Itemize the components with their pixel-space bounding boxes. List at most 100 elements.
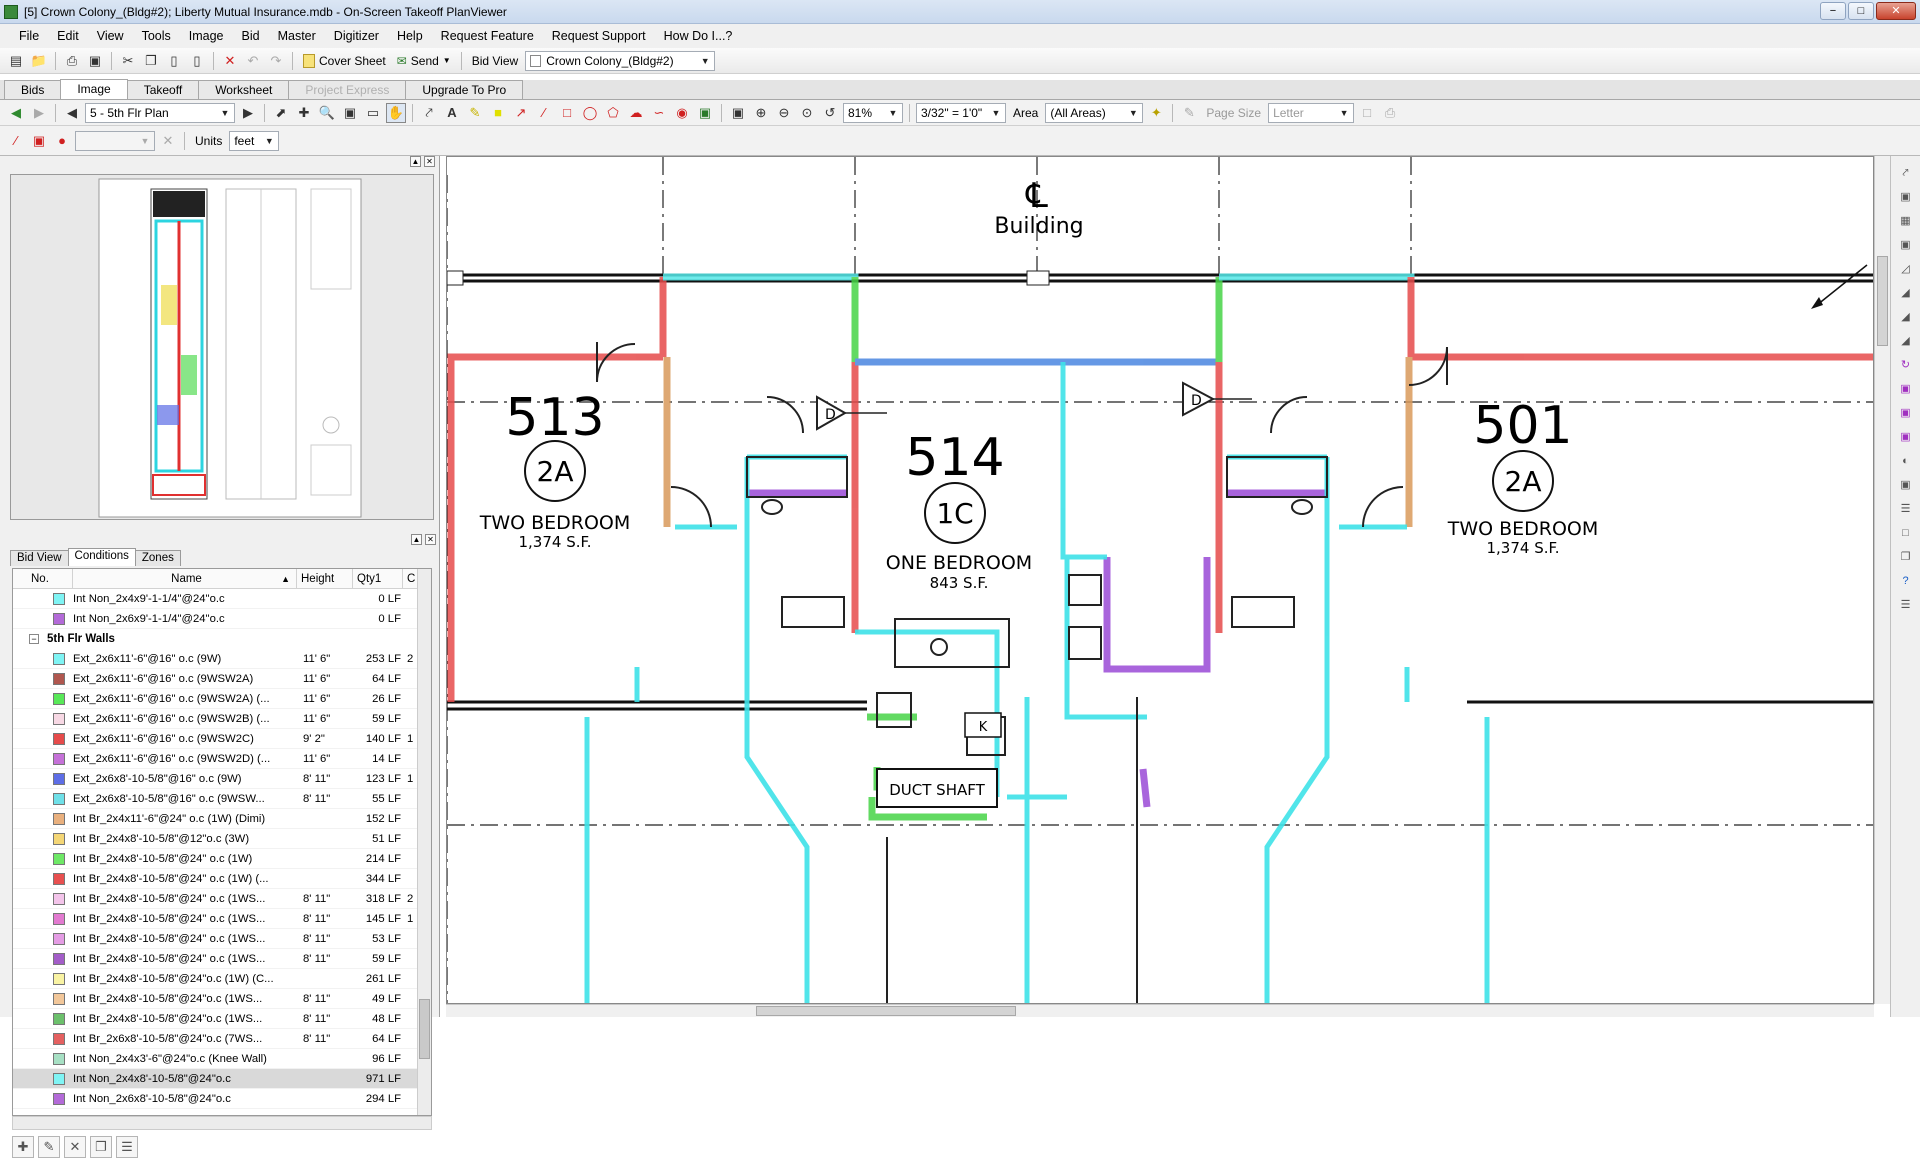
scroll-thumb[interactable]: [756, 1006, 1016, 1016]
condition-row[interactable]: Int Br_2x4x8'-10-5/8"@24" o.c (1W) (... 3…: [13, 869, 431, 889]
condition-row[interactable]: Int Br_2x4x8'-10-5/8"@24" o.c (1WS... 8' …: [13, 929, 431, 949]
measure-icon[interactable]: ◿: [1897, 260, 1915, 278]
condition-row[interactable]: Ext_2x6x8'-10-5/8"@16" o.c (9WSW... 8' 11…: [13, 789, 431, 809]
arrow-annotation-icon[interactable]: ↗: [511, 103, 531, 123]
area-takeoff-icon[interactable]: ▣: [29, 131, 49, 151]
scale-select[interactable]: 3/32" = 1'0" ▼: [916, 102, 1006, 123]
scroll-thumb[interactable]: [1877, 256, 1888, 346]
grid-icon[interactable]: ▦: [1897, 212, 1915, 230]
minimize-button[interactable]: −: [1820, 2, 1846, 20]
panel-close-icon[interactable]: ✕: [424, 156, 435, 167]
maximize-button[interactable]: □: [1848, 2, 1874, 20]
condition-row[interactable]: Int Br_2x4x8'-10-5/8"@12"o.c (3W) 51 LF: [13, 829, 431, 849]
paste-special-icon[interactable]: ▯: [187, 51, 207, 71]
units-select[interactable]: feet ▼: [229, 130, 280, 151]
tab-takeoff[interactable]: Takeoff: [126, 80, 200, 99]
condition-row[interactable]: Int Non_2x4x3'-6"@24"o.c (Knee Wall) 96 L…: [13, 1049, 431, 1069]
menu-how-do-i[interactable]: How Do I...?: [655, 25, 742, 47]
zoom-rectangle-icon[interactable]: ▭: [363, 103, 383, 123]
col-qty1[interactable]: Qty1: [353, 569, 403, 589]
col-name[interactable]: Name ▲: [73, 569, 297, 589]
cloud-annotation-icon[interactable]: ☁: [626, 103, 646, 123]
paste-icon[interactable]: ▯: [164, 51, 184, 71]
condition-row[interactable]: Int Br_2x4x8'-10-5/8"@24" o.c (1WS... 8' …: [13, 909, 431, 929]
details-icon[interactable]: ☰: [1897, 596, 1915, 614]
delete-icon[interactable]: ✕: [220, 51, 240, 71]
print-preview-icon[interactable]: ▣: [85, 51, 105, 71]
layer-icon[interactable]: ▣: [1897, 236, 1915, 254]
copy-icon[interactable]: ❐: [141, 51, 161, 71]
floor-plan[interactable]: ℄ Building D D 513 2A TWO BEDROOM 1,374 …: [447, 157, 1874, 1004]
print-icon[interactable]: ⎙: [62, 51, 82, 71]
slope-alt-icon[interactable]: ◢: [1897, 308, 1915, 326]
redo-icon[interactable]: ↷: [266, 51, 286, 71]
menu-digitizer[interactable]: Digitizer: [325, 25, 388, 47]
condition-row[interactable]: Int Br_2x4x11'-6"@24" o.c (1W) (Dimi) 152…: [13, 809, 431, 829]
col-no[interactable]: No.: [13, 569, 73, 589]
tab-conditions[interactable]: Conditions: [67, 548, 136, 566]
slope-icon[interactable]: ◢: [1897, 284, 1915, 302]
stamp-annotation-icon[interactable]: ◉: [672, 103, 692, 123]
pan-hand-icon[interactable]: ✋: [386, 102, 406, 123]
menu-help[interactable]: Help: [388, 25, 432, 47]
tab-bid-view[interactable]: Bid View: [10, 550, 69, 566]
group-row-5th-flr-walls[interactable]: − 5th Flr Walls: [13, 629, 431, 649]
undo-icon[interactable]: ↶: [243, 51, 263, 71]
area-select[interactable]: (All Areas) ▼: [1045, 102, 1144, 123]
highlighter-icon[interactable]: ✎: [465, 103, 485, 123]
panel-close-icon[interactable]: ✕: [425, 534, 436, 545]
zoom-tool-icon[interactable]: 🔍: [317, 103, 337, 123]
condition-row[interactable]: Ext_2x6x11'-6"@16" o.c (9WSW2A) 11' 6" 64 …: [13, 669, 431, 689]
condition-row[interactable]: Int Br_2x4x8'-10-5/8"@24" o.c (1WS... 8' …: [13, 889, 431, 909]
condition-row[interactable]: Ext_2x6x11'-6"@16" o.c (9WSW2D) (... 11' …: [13, 749, 431, 769]
page-thumbnail[interactable]: [10, 174, 434, 520]
chat-icon[interactable]: □: [1897, 524, 1915, 542]
menu-master[interactable]: Master: [269, 25, 325, 47]
condition-row[interactable]: Ext_2x6x8'-10-5/8"@16" o.c (9W) 8' 11" 123…: [13, 769, 431, 789]
zoom-in-icon[interactable]: ⊕: [751, 103, 771, 123]
zoom-out-icon[interactable]: ⊖: [774, 103, 794, 123]
count-takeoff-icon[interactable]: ●: [52, 131, 72, 151]
pointer-icon[interactable]: ⤤: [1897, 164, 1915, 182]
freehand-annotation-icon[interactable]: ∽: [649, 103, 669, 123]
zoom-previous-icon[interactable]: ↺: [820, 103, 840, 123]
menu-request-feature[interactable]: Request Feature: [432, 25, 543, 47]
condition-row[interactable]: Int Non_2x6x9'-1-1/4"@24"o.c 0 LF: [13, 609, 431, 629]
back-icon[interactable]: ◀: [6, 103, 26, 123]
condition-row[interactable]: Int Non_2x6x8'-10-5/8"@24"o.c 294 LF: [13, 1089, 431, 1109]
linear-takeoff-icon[interactable]: ∕: [6, 131, 26, 151]
color-fill-icon[interactable]: ■: [488, 103, 508, 123]
zoom-select[interactable]: 81% ▼: [843, 102, 903, 123]
close-button[interactable]: ✕: [1876, 2, 1916, 20]
menu-edit[interactable]: Edit: [48, 25, 88, 47]
help-icon[interactable]: ?: [1897, 572, 1915, 590]
refresh-icon[interactable]: ↻: [1897, 356, 1915, 374]
window-icon[interactable]: ▣: [1897, 188, 1915, 206]
condition-row[interactable]: Ext_2x6x11'-6"@16" o.c (9W) 11' 6" 253 LF 2: [13, 649, 431, 669]
conditions-vertical-scrollbar[interactable]: [417, 569, 431, 1115]
conditions-horizontal-scrollbar[interactable]: [12, 1116, 432, 1130]
tab-worksheet[interactable]: Worksheet: [198, 80, 290, 99]
condition-row[interactable]: Int Br_2x4x8'-10-5/8"@24"o.c (1WS... 8' 1…: [13, 1009, 431, 1029]
panel-collapse-icon[interactable]: ▲: [410, 156, 421, 167]
canvas-horizontal-scrollbar[interactable]: [446, 1004, 1874, 1017]
condition-row[interactable]: Int Br_2x4x8'-10-5/8"@24"o.c (1W) (C... 2…: [13, 969, 431, 989]
contrast-icon[interactable]: ◐: [1897, 452, 1915, 470]
condition-row[interactable]: Int Br_2x4x8'-10-5/8"@24" o.c (1W) 214 LF: [13, 849, 431, 869]
canvas-vertical-scrollbar[interactable]: [1874, 156, 1890, 1004]
condition-row[interactable]: Int Br_2x6x8'-10-5/8"@24"o.c (7WS... 8' 1…: [13, 1029, 431, 1049]
cut-icon[interactable]: ✂: [118, 51, 138, 71]
menu-request-support[interactable]: Request Support: [543, 25, 655, 47]
annotation-select-icon[interactable]: ⤤: [419, 103, 439, 123]
compare-icon[interactable]: ▣: [1897, 404, 1915, 422]
scroll-thumb[interactable]: [419, 999, 430, 1059]
delete-condition-icon[interactable]: ✕: [64, 1136, 86, 1158]
overlay-icon[interactable]: ▣: [1897, 380, 1915, 398]
new-bid-icon[interactable]: ▤: [6, 51, 26, 71]
condition-row[interactable]: Ext_2x6x11'-6"@16" o.c (9WSW2B) (... 11' …: [13, 709, 431, 729]
zoom-100-icon[interactable]: ⊙: [797, 103, 817, 123]
condition-row[interactable]: Int Non_2x4x8'-10-5/8"@24"o.c 971 LF: [13, 1069, 431, 1089]
panel-collapse-icon[interactable]: ▲: [411, 534, 422, 545]
tab-bids[interactable]: Bids: [4, 80, 62, 99]
condition-row[interactable]: Int Non_2x4x9'-1-1/4"@24"o.c 0 LF: [13, 589, 431, 609]
